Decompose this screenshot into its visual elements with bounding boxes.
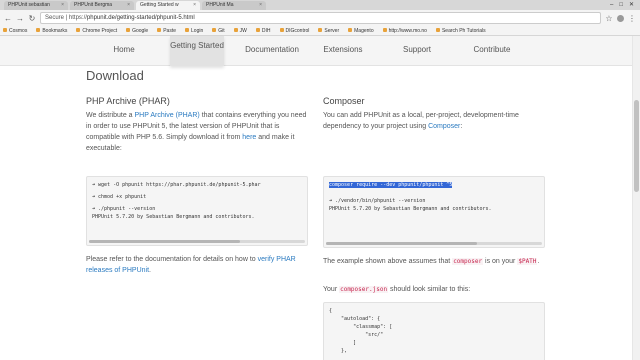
scrollbar-thumb[interactable]	[634, 100, 639, 192]
tab-label: PHPUnit sebastian	[8, 2, 50, 8]
minimize-icon[interactable]: –	[610, 0, 613, 10]
composer-json-note: Your composer.json should look similar t…	[323, 284, 545, 295]
bookmark-item[interactable]: Paste	[157, 28, 176, 34]
code-line: },	[329, 348, 348, 354]
window-close-icon[interactable]: ✕	[629, 0, 634, 10]
bookmark-item[interactable]: Google	[126, 28, 148, 34]
address-bar: ← → ↻ Secure | https://phpunit.de/gettin…	[0, 10, 640, 26]
code-line: "src/"	[329, 332, 384, 338]
browser-tab[interactable]: PHPUnit Ma ×	[202, 1, 266, 10]
phar-download-link[interactable]: here	[242, 134, 256, 141]
nav-contribute[interactable]: Contribute	[462, 36, 522, 66]
bookmark-item[interactable]: DIGcontrol	[280, 28, 310, 34]
phar-link[interactable]: PHP Archive (PHAR)	[135, 112, 200, 119]
extension-icon[interactable]	[617, 14, 624, 22]
code-line: ]	[329, 340, 357, 346]
inline-code: composer.json	[339, 286, 389, 293]
bookmark-item[interactable]: Git	[212, 28, 224, 34]
url-input[interactable]: Secure | https://phpunit.de/getting-star…	[40, 12, 601, 24]
star-icon[interactable]: ☆	[605, 14, 613, 23]
code-line-selected: composer require --dev phpunit/phpunit ^…	[329, 182, 453, 188]
close-icon[interactable]: ×	[61, 1, 64, 10]
nav-documentation[interactable]: Documentation	[238, 36, 306, 66]
tab-label: PHPUnit Ma	[206, 2, 234, 8]
bookmark-item[interactable]: Magento	[348, 28, 373, 34]
composer-intro-text: You can add PHPUnit as a local, per-proj…	[323, 112, 519, 130]
code-line: PHPUnit 5.7.20 by Sebastian Bergmann and…	[92, 214, 255, 220]
bookmarks-bar: Cosmos Bookmarks Chrome Project Google Paste…	[0, 26, 640, 36]
code-line: ➜ ./vendor/bin/phpunit --version	[329, 198, 426, 204]
code-spacer	[92, 189, 302, 193]
close-icon[interactable]: ×	[193, 1, 196, 10]
note-text: .	[537, 258, 540, 265]
nav-extensions[interactable]: Extensions	[314, 36, 372, 66]
bookmark-item[interactable]: Login	[185, 28, 203, 34]
composer-link[interactable]: Composer	[428, 123, 460, 130]
composer-path-note: The example shown above assumes that com…	[323, 256, 545, 267]
page-title: Download	[86, 68, 144, 83]
horizontal-scrollbar[interactable]	[326, 242, 542, 245]
bookmark-item[interactable]: Chrome Project	[76, 28, 117, 34]
code-line: {	[329, 308, 333, 314]
code-line: "classmap": [	[329, 324, 393, 330]
code-spacer	[329, 193, 539, 197]
phar-intro: We distribute a PHP Archive (PHAR) that …	[86, 110, 308, 154]
tab-label: Getting Started w	[140, 2, 179, 8]
menu-icon[interactable]: ⋮	[628, 14, 636, 23]
code-line: PHPUnit 5.7.20 by Sebastian Bergmann and…	[329, 206, 492, 212]
composer-intro: You can add PHPUnit as a local, per-proj…	[323, 110, 545, 132]
browser-tab-bar: PHPUnit sebastian × PHPUnit Bergma × Getti…	[0, 0, 640, 10]
maximize-icon[interactable]: □	[619, 0, 623, 10]
composer-heading: Composer	[323, 96, 365, 106]
bookmark-item[interactable]: http://www.mo.no	[383, 28, 427, 34]
browser-tab[interactable]: PHPUnit sebastian ×	[4, 1, 68, 10]
note-text: is on your	[483, 258, 518, 265]
forward-icon[interactable]: →	[16, 14, 24, 23]
bookmark-item[interactable]: DIH	[256, 28, 271, 34]
bookmark-item[interactable]: Server	[318, 28, 339, 34]
close-icon[interactable]: ×	[127, 1, 130, 10]
composer-json-block[interactable]: { "autoload": { "classmap": [ "src/" ] }…	[323, 302, 545, 360]
bookmark-item[interactable]: JW	[234, 28, 247, 34]
url-host: Secure | https://	[45, 15, 87, 21]
code-line: ➜ wget -O phpunit https://phar.phpunit.d…	[92, 182, 261, 188]
note-text: should look similar to this:	[388, 286, 471, 293]
scrollbar-thumb[interactable]	[89, 240, 241, 243]
verify-text: Please refer to the documentation for de…	[86, 256, 258, 263]
note-text: The example shown above assumes that	[323, 258, 453, 265]
url-path: phpunit.de/getting-started/phpunit-5.htm…	[86, 15, 195, 21]
tab-label: PHPUnit Bergma	[74, 2, 113, 8]
close-icon[interactable]: ×	[259, 1, 262, 10]
back-icon[interactable]: ←	[4, 14, 12, 23]
code-line: "autoload": {	[329, 316, 381, 322]
phar-heading: PHP Archive (PHAR)	[86, 96, 170, 106]
page-content: Download PHP Archive (PHAR) We distribut…	[0, 66, 632, 360]
inline-code: $PATH	[517, 258, 538, 265]
browser-tab[interactable]: PHPUnit Bergma ×	[70, 1, 134, 10]
code-line: ➜ chmod +x phpunit	[92, 194, 147, 200]
bookmark-item[interactable]: Search Ph Tutorials	[436, 28, 486, 34]
code-spacer	[92, 201, 302, 205]
nav-support[interactable]: Support	[392, 36, 442, 66]
bookmark-item[interactable]: Cosmos	[3, 28, 27, 34]
nav-home[interactable]: Home	[97, 36, 151, 66]
bookmark-item[interactable]: Bookmarks	[36, 28, 67, 34]
phar-verify-text: Please refer to the documentation for de…	[86, 254, 308, 276]
composer-code-block[interactable]: composer require --dev phpunit/phpunit ^…	[323, 176, 545, 248]
window-controls: – □ ✕	[610, 0, 640, 10]
browser-tab-active[interactable]: Getting Started w ×	[136, 1, 200, 10]
phar-intro-text: We distribute a	[86, 112, 135, 119]
reload-icon[interactable]: ↻	[28, 14, 36, 23]
site-nav: Home Getting Started Documentation Exten…	[0, 36, 640, 66]
composer-intro-text: :	[460, 123, 463, 130]
horizontal-scrollbar[interactable]	[89, 240, 305, 243]
verify-text: .	[149, 267, 151, 274]
inline-code: composer	[452, 258, 484, 265]
page-scrollbar[interactable]	[632, 36, 640, 360]
nav-getting-started[interactable]: Getting Started	[170, 36, 224, 66]
code-line: ➜ ./phpunit --version	[92, 206, 156, 212]
phar-code-block[interactable]: ➜ wget -O phpunit https://phar.phpunit.d…	[86, 176, 308, 246]
note-text: Your	[323, 286, 340, 293]
scrollbar-thumb[interactable]	[326, 242, 478, 245]
